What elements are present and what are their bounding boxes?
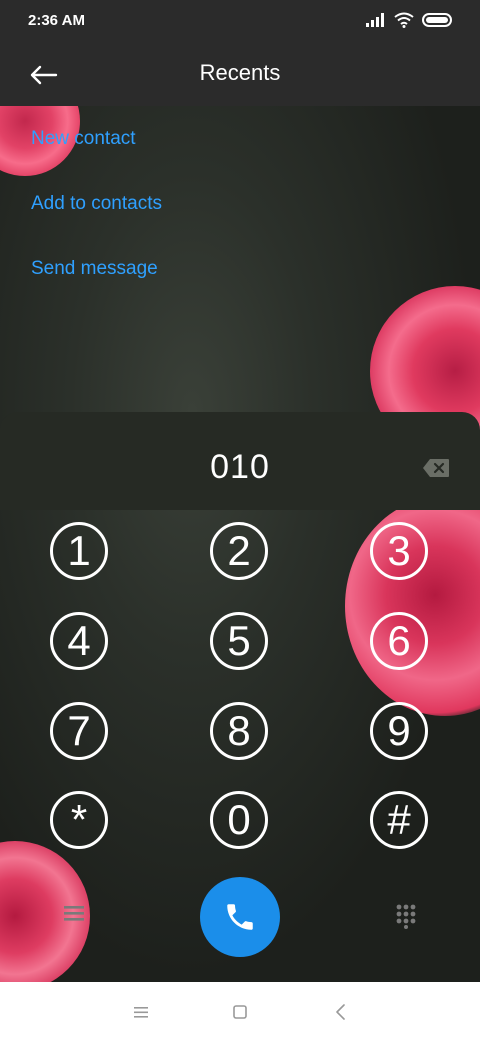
- add-to-contacts-link[interactable]: Add to contacts: [31, 193, 162, 215]
- key-2[interactable]: 2: [210, 522, 268, 580]
- key-0[interactable]: 0: [210, 791, 268, 849]
- system-nav-bar: [0, 982, 480, 1040]
- dialed-number: 010: [210, 448, 270, 486]
- key-9[interactable]: 9: [370, 702, 428, 760]
- key-6[interactable]: 6: [370, 612, 428, 670]
- status-time: 2:36 AM: [28, 12, 85, 29]
- dial-input-panel: 010: [0, 412, 480, 510]
- status-bar: 2:36 AM: [0, 0, 480, 44]
- backspace-icon[interactable]: [422, 458, 450, 478]
- key-4[interactable]: 4: [50, 612, 108, 670]
- app-bar: Recents: [0, 44, 480, 106]
- page-title: Recents: [199, 60, 281, 85]
- actions-list: New contact Add to contacts Send message: [31, 128, 162, 323]
- send-message-link[interactable]: Send message: [31, 258, 162, 280]
- dialpad-icon[interactable]: [394, 903, 418, 929]
- home-icon[interactable]: [230, 1002, 250, 1022]
- key-hash[interactable]: #: [370, 791, 428, 849]
- menu-icon[interactable]: [62, 903, 86, 923]
- call-button[interactable]: [200, 877, 280, 957]
- key-5[interactable]: 5: [210, 612, 268, 670]
- status-icons: [366, 12, 452, 28]
- recent-apps-icon[interactable]: [131, 1002, 151, 1022]
- key-7[interactable]: 7: [50, 702, 108, 760]
- battery-icon: [422, 13, 452, 27]
- key-3[interactable]: 3: [370, 522, 428, 580]
- wifi-icon: [394, 12, 414, 28]
- phone-icon: [227, 904, 253, 930]
- key-1[interactable]: 1: [50, 522, 108, 580]
- key-star[interactable]: *: [50, 791, 108, 849]
- key-8[interactable]: 8: [210, 702, 268, 760]
- signal-icon: [366, 13, 384, 27]
- new-contact-link[interactable]: New contact: [31, 128, 162, 150]
- back-icon[interactable]: [331, 1002, 351, 1022]
